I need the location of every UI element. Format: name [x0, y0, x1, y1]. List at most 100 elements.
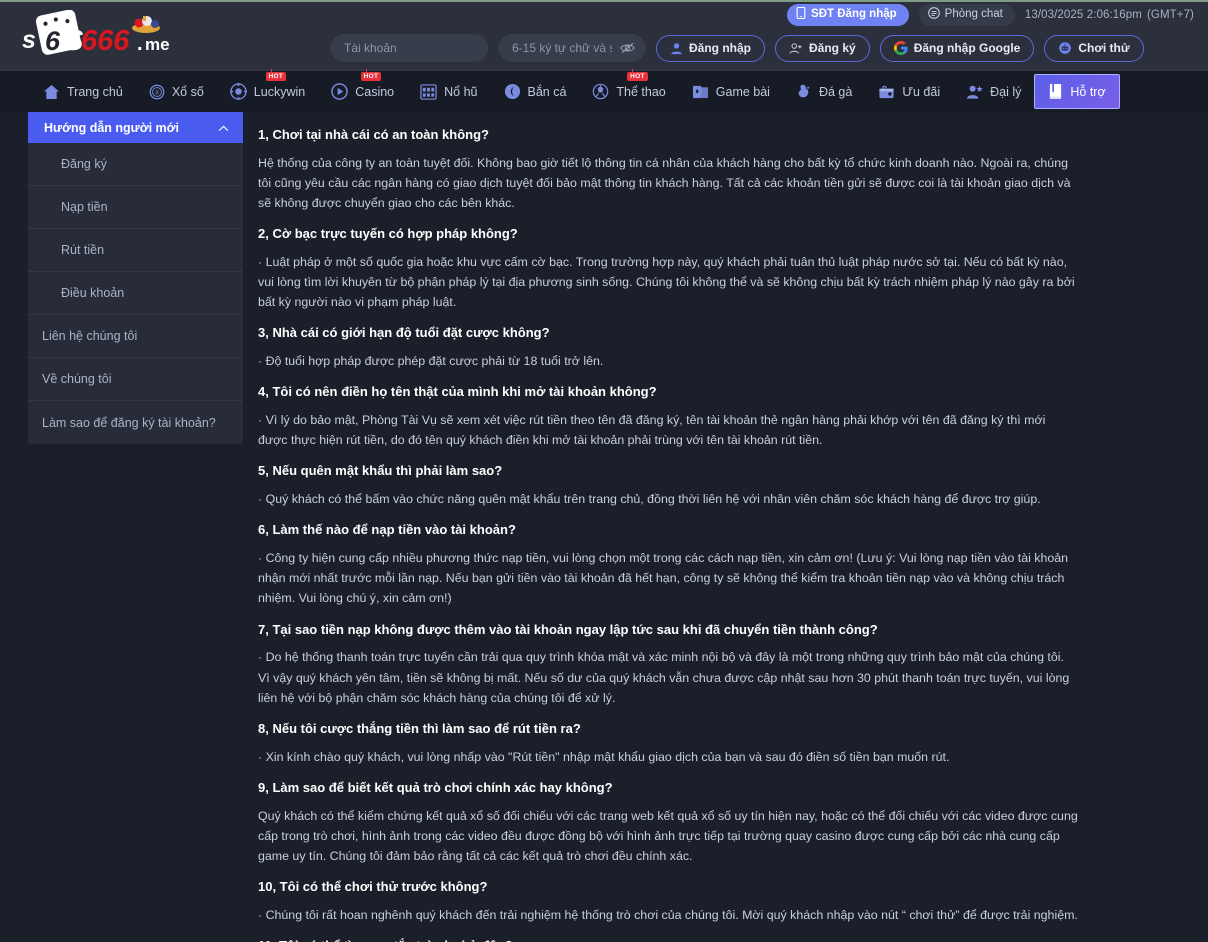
sidebar-item-label: Nạp tiền	[61, 200, 108, 214]
nav-label: Xổ số	[171, 84, 204, 99]
register-button[interactable]: Đăng ký	[775, 34, 870, 62]
phone-login-button[interactable]: SĐT Đăng nhập	[787, 4, 909, 26]
user-plus-icon	[789, 42, 803, 55]
sidebar-item-lam-sao-dang-ky[interactable]: Làm sao để đăng ký tài khoản?	[28, 401, 243, 444]
nav-label: Đại lý	[990, 84, 1022, 99]
book-icon	[1048, 83, 1063, 100]
faq-answer: · Xin kính chào quý khách, vui lòng nhấp…	[258, 749, 950, 764]
eye-off-icon[interactable]	[620, 42, 635, 55]
faq-answer: · Độ tuổi hợp pháp được phép đặt cược ph…	[258, 354, 604, 369]
chat-room-label: Phòng chat	[944, 8, 1003, 21]
mobile-icon	[796, 7, 806, 23]
nav-item-game-bai[interactable]: Game bài	[679, 71, 783, 112]
sidebar-group-huong-dan-nguoi-moi[interactable]: Hướng dẫn người mới	[28, 112, 243, 143]
nav-label: Luckywin	[253, 84, 306, 99]
login-button[interactable]: Đăng nhập	[656, 34, 765, 62]
register-button-label: Đăng ký	[809, 41, 856, 55]
faq-question: 3, Nhà cái có giới hạn độ tuổi đặt cược …	[258, 325, 550, 341]
site-logo[interactable]: s 6 S 666 . me	[20, 9, 210, 62]
faq-answer: · Quý khách có thể bấm vào chức năng quê…	[258, 492, 1041, 507]
page-content: Hướng dẫn người mới Đăng ký Nạp tiền Rút…	[0, 112, 1208, 942]
svg-text:8: 8	[155, 89, 159, 96]
nav-label: Game bài	[715, 84, 770, 99]
username-input[interactable]	[330, 34, 488, 62]
main-navigation: Trang chủ 8 Xổ số HOT Luckywin HOT Casin…	[0, 69, 1208, 112]
hot-badge: HOT	[360, 69, 382, 81]
svg-text:s: s	[22, 26, 36, 54]
sidebar-item-nap-tien[interactable]: Nạp tiền	[28, 186, 243, 229]
login-button-label: Đăng nhập	[689, 41, 751, 55]
nav-item-casino[interactable]: HOT Casino	[318, 69, 407, 112]
nav-item-no-hu[interactable]: Nổ hũ	[407, 71, 490, 112]
sidebar-item-label: Về chúng tôi	[42, 372, 112, 386]
phone-login-label: SĐT Đăng nhập	[811, 8, 897, 21]
demo-play-label: Chơi thử	[1078, 41, 1130, 55]
support-sidebar: Hướng dẫn người mới Đăng ký Nạp tiền Rút…	[28, 112, 243, 444]
sidebar-item-label: Điều khoản	[61, 286, 125, 300]
chat-room-button[interactable]: Phòng chat	[918, 4, 1015, 26]
nav-label: Trang chủ	[67, 84, 123, 99]
gift-icon	[878, 84, 895, 100]
cards-icon	[692, 84, 709, 100]
faq-answer: · Công ty hiện cung cấp nhiều phương thứ…	[258, 551, 1069, 606]
faq-question: 8, Nếu tôi cược thắng tiền thì làm sao đ…	[258, 720, 581, 736]
nav-item-xo-so[interactable]: 8 Xổ số	[136, 71, 217, 112]
faq-question: 5, Nếu quên mật khẩu thì phải làm sao?	[258, 463, 503, 479]
sidebar-item-label: Liên hệ chúng tôi	[42, 329, 138, 343]
nav-label: Thể thao	[616, 84, 666, 99]
password-wrapper	[498, 34, 646, 62]
svg-text:me: me	[145, 35, 170, 54]
nav-item-da-ga[interactable]: Đá gà	[783, 71, 865, 112]
faq-question: 11, Tôi có thể tìm quy tắc trò chơi ở đâ…	[258, 938, 1078, 942]
home-icon	[43, 84, 60, 100]
faq-answer: · Do hệ thống thanh toán trực tuyến cần …	[258, 650, 1070, 705]
robot-icon	[1058, 41, 1072, 55]
google-login-label: Đăng nhập Google	[913, 41, 1021, 55]
nav-item-luckywin[interactable]: HOT Luckywin	[217, 69, 318, 112]
faq-question: 9, Làm sao để biết kết quả trò chơi chín…	[258, 779, 613, 795]
page-root: SĐT Đăng nhập Phòng chat 13/03/2025 2:06…	[0, 0, 1208, 942]
nav-item-ban-ca[interactable]: Bắn cá	[491, 71, 580, 112]
sidebar-item-label: Làm sao để đăng ký tài khoản?	[42, 415, 216, 430]
fish-icon	[504, 83, 521, 100]
sidebar-item-rut-tien[interactable]: Rút tiền	[28, 229, 243, 272]
faq-question: 1, Chơi tại nhà cái có an toàn không?	[258, 127, 489, 142]
server-timezone: (GMT+7)	[1146, 9, 1194, 21]
faq-answer: · Vì lý do bảo mật, Phòng Tài Vụ sẽ xem …	[258, 413, 1046, 448]
lottery-icon: 8	[149, 84, 165, 100]
sidebar-item-ve-chung-toi[interactable]: Về chúng tôi	[28, 358, 243, 401]
faq-question: 10, Tôi có thể chơi thử trước không?	[258, 878, 488, 894]
sidebar-item-dang-ky[interactable]: Đăng ký	[28, 143, 243, 186]
chip-icon	[229, 83, 247, 100]
sidebar-group-label: Hướng dẫn người mới	[44, 120, 180, 135]
faq-question: 2, Cờ bạc trực tuyến có hợp pháp không?	[258, 226, 518, 242]
svg-text:6: 6	[45, 26, 61, 56]
faq-question: 4, Tôi có nên điền họ tên thật của mình …	[258, 384, 657, 400]
sidebar-item-label: Rút tiền	[61, 243, 105, 257]
nav-item-ho-tro[interactable]: Hỗ trợ	[1034, 74, 1120, 109]
demo-play-button[interactable]: Chơi thử	[1044, 34, 1144, 62]
site-header: SĐT Đăng nhập Phòng chat 13/03/2025 2:06…	[0, 2, 1208, 70]
google-login-button[interactable]: Đăng nhập Google	[879, 34, 1035, 62]
nav-label: Nổ hũ	[444, 84, 478, 99]
nav-item-trang-chu[interactable]: Trang chủ	[30, 71, 136, 112]
sidebar-item-lien-he[interactable]: Liên hệ chúng tôi	[28, 315, 243, 358]
nav-label: Đá gà	[818, 84, 853, 99]
nav-label: Casino	[355, 84, 395, 99]
play-icon	[331, 83, 348, 100]
nav-label: Hỗ trợ	[1070, 84, 1106, 99]
nav-item-the-thao[interactable]: HOT Thể thao	[579, 69, 678, 112]
server-time: 13/03/2025 2:06:16pm (GMT+7)	[1025, 9, 1194, 21]
sidebar-item-dieu-khoan[interactable]: Điều khoản	[28, 272, 243, 315]
chat-icon	[927, 7, 940, 23]
sports-icon	[592, 83, 609, 100]
faq-question: 7, Tại sao tiền nạp không được thêm vào …	[258, 621, 878, 637]
nav-item-dai-ly[interactable]: Đại lý	[953, 71, 1034, 112]
rooster-icon	[796, 83, 812, 100]
google-icon	[893, 41, 908, 55]
faq-answer: Quý khách có thể kiểm chứng kết quả xổ s…	[258, 808, 1078, 863]
faq-panel: 1, Chơi tại nhà cái có an toàn không? Hệ…	[243, 112, 1208, 942]
faq-answer: Hệ thống của công ty an toàn tuyệt đối. …	[258, 155, 1071, 211]
nav-item-uu-dai[interactable]: Ưu đãi	[865, 71, 953, 112]
nav-label: Bắn cá	[527, 84, 567, 99]
